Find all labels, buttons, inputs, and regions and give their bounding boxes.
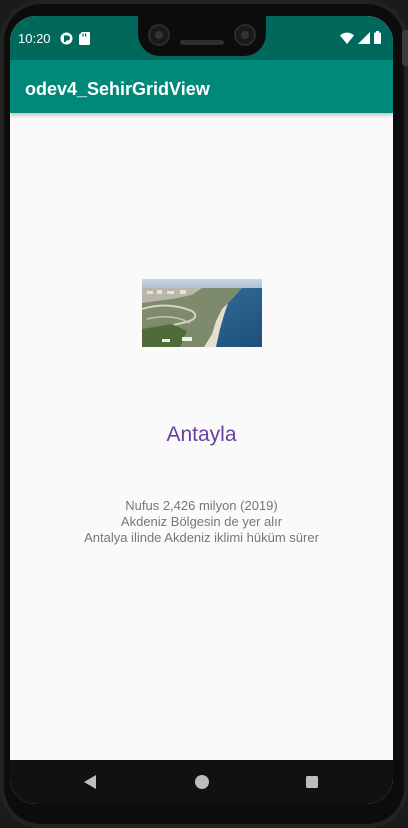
city-info: Nufus 2,426 milyon (2019) Akdeniz Bölges…	[10, 498, 393, 546]
app-bar: odev4_SehirGridView	[10, 60, 393, 113]
earpiece-speaker	[180, 40, 224, 45]
camera-notch	[138, 16, 266, 56]
status-bar: 10:20	[10, 16, 393, 60]
wifi-icon	[340, 32, 354, 44]
info-line-climate: Antalya ilinde Akdeniz iklimi hüküm süre…	[84, 530, 319, 545]
device-frame: 10:20 odev4_SehirGridView Antayla Nufus …	[0, 0, 408, 828]
status-icons-right	[340, 31, 381, 44]
front-camera-icon	[148, 24, 170, 46]
screen: 10:20 odev4_SehirGridView Antayla Nufus …	[10, 16, 393, 804]
signal-icon	[358, 32, 370, 44]
power-button	[402, 30, 408, 66]
city-photo-antalya	[142, 279, 262, 347]
battery-icon	[374, 31, 381, 44]
home-icon[interactable]	[190, 770, 214, 794]
recents-icon[interactable]	[300, 770, 324, 794]
info-line-region: Akdeniz Bölgesin de yer alır	[120, 514, 283, 529]
info-line-population: Nufus 2,426 milyon (2019)	[125, 498, 278, 513]
back-icon[interactable]	[78, 770, 102, 794]
status-time: 10:20	[18, 31, 51, 46]
sync-icon	[60, 32, 73, 45]
status-icons-left	[60, 32, 90, 45]
app-title: odev4_SehirGridView	[25, 79, 210, 99]
city-image	[142, 279, 262, 347]
navigation-bar	[10, 760, 393, 804]
city-name: Antayla	[166, 423, 237, 446]
sd-card-icon	[79, 32, 90, 45]
front-sensor-icon	[234, 24, 256, 46]
